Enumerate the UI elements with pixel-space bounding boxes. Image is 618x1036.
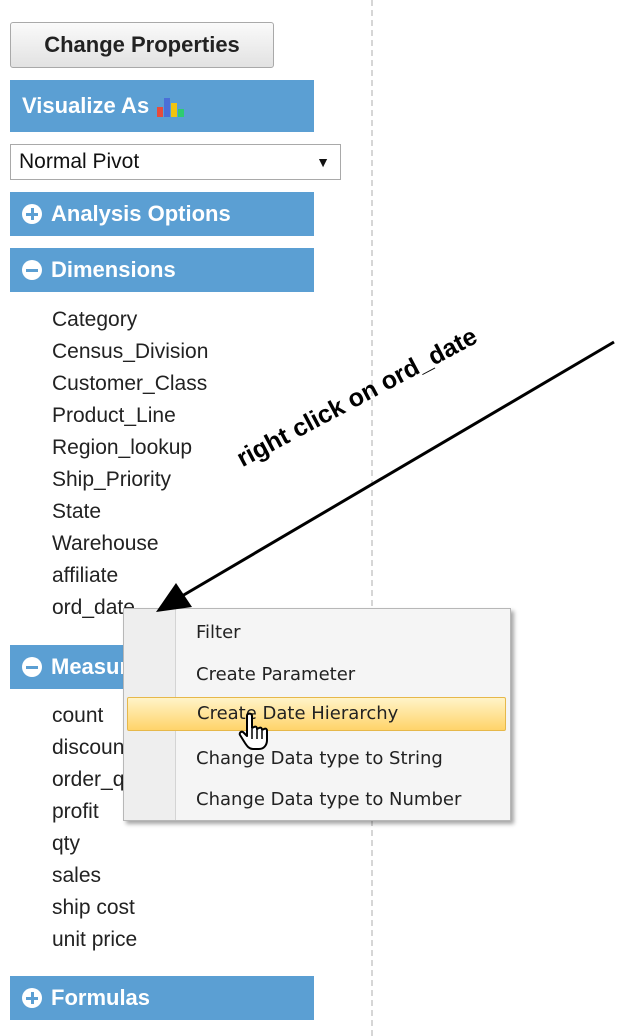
hand-cursor-icon xyxy=(238,712,268,750)
annotation-arrow xyxy=(156,340,615,612)
